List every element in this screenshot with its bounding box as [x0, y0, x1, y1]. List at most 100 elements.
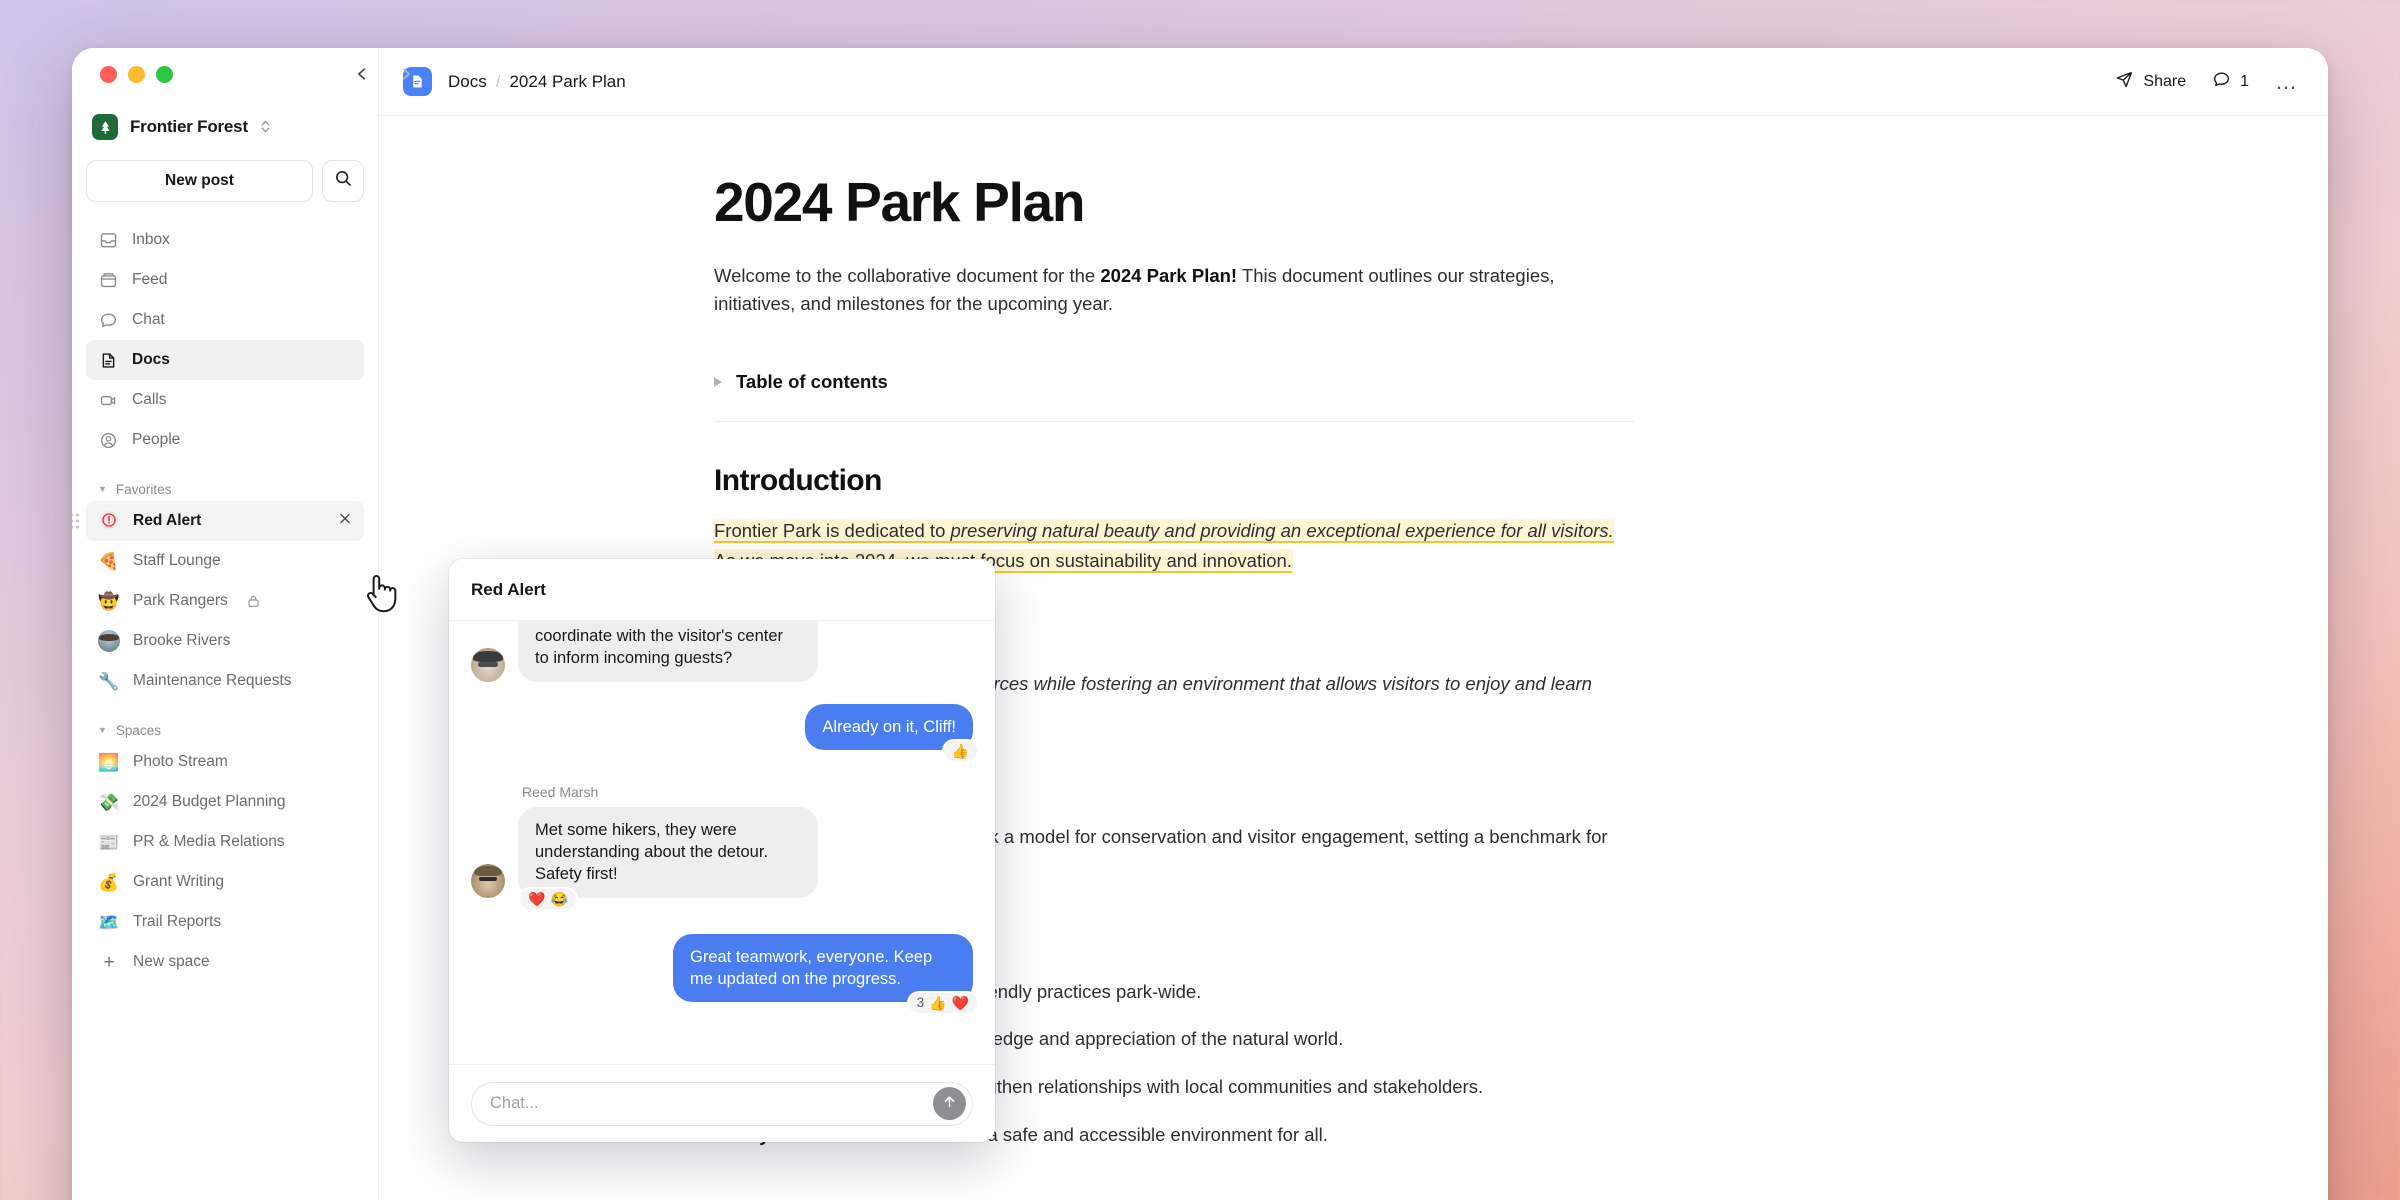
comment-bubble-icon	[2212, 70, 2231, 94]
sidebar-item-docs[interactable]: Docs	[86, 340, 364, 380]
lede-bold: 2024 Park Plan!	[1100, 264, 1238, 286]
sidebar-item-label: Maintenance Requests	[133, 672, 292, 689]
close-window-button[interactable]	[100, 65, 117, 83]
lock-icon	[247, 594, 260, 608]
intro-paragraph: Welcome to the collaborative document fo…	[714, 262, 1634, 319]
chat-popover: Red Alert coordinate with the visitor's …	[449, 559, 995, 1142]
table-of-contents-label: Table of contents	[736, 370, 888, 392]
cowboy-icon: 🤠	[98, 591, 120, 611]
reaction-badge[interactable]: 3 👍 ❤️	[906, 991, 979, 1016]
new-post-button[interactable]: New post	[86, 160, 313, 202]
thumbs-up-icon: 👍	[951, 742, 969, 759]
sidebar-item-grant-writing[interactable]: 💰 Grant Writing	[86, 862, 364, 902]
comments-button[interactable]: 1	[2212, 70, 2249, 94]
share-button[interactable]: Share	[2115, 70, 2186, 94]
sidebar-item-chat[interactable]: Chat	[86, 300, 364, 340]
section-heading-introduction: Introduction	[714, 463, 882, 497]
sidebar-item-trail-reports[interactable]: 🗺️ Trail Reports	[86, 902, 364, 942]
sidebar-item-calls[interactable]: Calls	[86, 380, 364, 420]
favorites-section-header[interactable]: ▼ Favorites	[86, 482, 364, 497]
triangle-right-icon	[714, 376, 722, 387]
plus-icon: +	[103, 951, 115, 973]
close-icon[interactable]	[338, 512, 352, 531]
breadcrumb-separator: /	[495, 71, 501, 91]
desktop-background: Frontier Forest New post Inbox Feed Chat…	[0, 0, 2400, 1200]
breadcrumb-root[interactable]: Docs	[448, 72, 487, 92]
chat-bubble-incoming: Met some hikers, they were understanding…	[518, 806, 818, 898]
sidebar-item-label: PR & Media Relations	[133, 833, 285, 850]
divider	[714, 420, 1634, 422]
sidebar-item-pr-media-relations[interactable]: 📰 PR & Media Relations	[86, 822, 364, 862]
pizza-icon: 🍕	[98, 551, 120, 571]
workspace-logo-icon	[92, 114, 118, 140]
avatar	[471, 863, 505, 898]
thumbs-up-icon: 👍	[929, 995, 947, 1012]
chat-popover-header: Red Alert	[449, 559, 995, 621]
heart-icon: ❤️	[951, 995, 969, 1012]
chevron-updown-icon[interactable]	[260, 118, 271, 137]
more-options-button[interactable]: …	[2275, 70, 2298, 93]
newspaper-icon: 📰	[98, 832, 120, 852]
document-icon	[98, 351, 118, 370]
sidebar-item-2024-budget-planning[interactable]: 💸 2024 Budget Planning	[86, 782, 364, 822]
feed-icon	[98, 271, 118, 290]
sidebar-item-park-rangers[interactable]: 🤠 Park Rangers	[86, 581, 364, 621]
bubble-wrapper: coordinate with the visitor's center to …	[518, 621, 818, 682]
chat-bubble-icon	[98, 311, 118, 330]
bubble-wrapper: Great teamwork, everyone. Keep me update…	[673, 933, 979, 1016]
sidebar-item-label: Photo Stream	[133, 753, 228, 770]
forward-arrow-icon[interactable]	[399, 67, 413, 81]
heart-icon: ❤️	[528, 890, 546, 907]
spaces-section-header[interactable]: ▼ Spaces	[86, 723, 364, 738]
send-plane-icon	[2115, 70, 2134, 94]
back-arrow-icon[interactable]	[355, 67, 369, 81]
chat-message: Already on it, Cliff! 👍	[471, 703, 979, 763]
minimize-window-button[interactable]	[128, 65, 145, 83]
money-wings-icon: 💸	[98, 792, 120, 812]
breadcrumb: Docs / 2024 Park Plan	[448, 72, 626, 92]
sidebar-item-maintenance-requests[interactable]: 🔧 Maintenance Requests	[86, 661, 364, 701]
sidebar-item-label: Calls	[132, 391, 167, 408]
sidebar-item-label: Inbox	[132, 231, 170, 248]
inbox-icon	[98, 231, 118, 250]
spaces-title: Spaces	[115, 723, 161, 738]
sidebar-item-label: 2024 Budget Planning	[133, 793, 286, 810]
app-window: Frontier Forest New post Inbox Feed Chat…	[72, 48, 2328, 1200]
sidebar-item-label: Park Rangers	[133, 592, 228, 609]
sidebar-item-label: Chat	[132, 311, 165, 328]
reaction-count: 3	[916, 995, 925, 1011]
chat-message: Reed Marsh Met some hikers, they were un…	[471, 783, 973, 911]
sidebar-item-staff-lounge[interactable]: 🍕 Staff Lounge	[86, 541, 364, 581]
intro-italic: preserving natural beauty and providing …	[950, 519, 1614, 541]
drag-handle-icon[interactable]	[72, 513, 79, 529]
chat-message: Great teamwork, everyone. Keep me update…	[471, 933, 979, 1016]
send-button[interactable]	[933, 1087, 966, 1120]
reaction-badge[interactable]: 👍	[941, 738, 979, 763]
sidebar-item-label: People	[132, 431, 181, 448]
reaction-badge[interactable]: ❤️ 😂	[518, 886, 578, 911]
sidebar-item-label: Staff Lounge	[133, 552, 221, 569]
window-traffic-lights	[86, 48, 364, 100]
sidebar-item-label: Docs	[132, 351, 170, 368]
breadcrumb-current[interactable]: 2024 Park Plan	[509, 72, 625, 92]
new-space-button[interactable]: + New space	[86, 942, 364, 982]
wrench-icon: 🔧	[98, 671, 120, 691]
chat-sender-name: Reed Marsh	[522, 783, 599, 800]
sidebar-item-people[interactable]: People	[86, 420, 364, 460]
sidebar: Frontier Forest New post Inbox Feed Chat…	[72, 48, 410, 1200]
workspace-switcher[interactable]: Frontier Forest	[86, 106, 364, 148]
chat-message-list[interactable]: coordinate with the visitor's center to …	[449, 621, 995, 1064]
search-icon	[334, 169, 353, 193]
sidebar-item-inbox[interactable]: Inbox	[86, 220, 364, 260]
search-button[interactable]	[322, 160, 364, 202]
chat-composer	[449, 1064, 995, 1142]
sidebar-item-feed[interactable]: Feed	[86, 260, 364, 300]
sidebar-item-red-alert[interactable]: Red Alert	[72, 501, 364, 541]
chat-input-wrapper[interactable]	[471, 1081, 973, 1126]
maximize-window-button[interactable]	[156, 65, 173, 83]
table-of-contents-toggle[interactable]: Table of contents	[714, 371, 1634, 393]
chat-input[interactable]	[490, 1094, 933, 1113]
laughing-icon: 😂	[550, 890, 568, 907]
sidebar-item-photo-stream[interactable]: 🌅 Photo Stream	[86, 742, 364, 782]
sidebar-item-brooke-rivers[interactable]: Brooke Rivers	[86, 621, 364, 661]
